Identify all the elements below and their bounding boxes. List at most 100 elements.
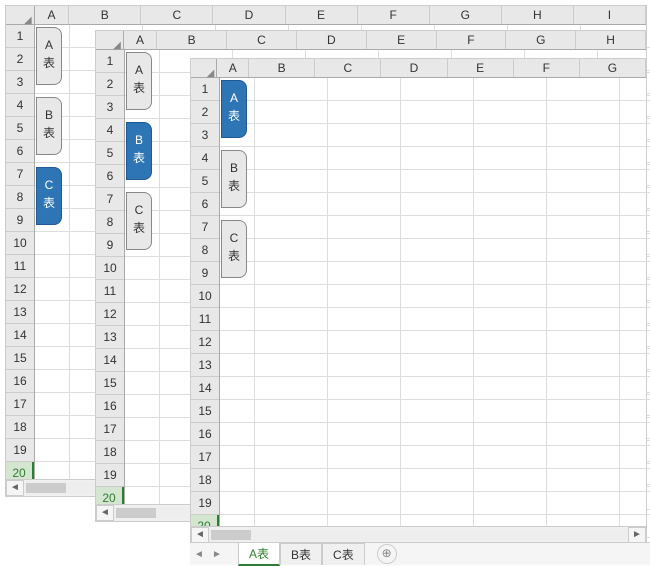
cell[interactable] [328,147,401,170]
cell[interactable] [620,239,650,262]
row-header-14[interactable]: 14 [6,324,34,347]
scroll-track[interactable] [209,529,628,541]
col-header-D[interactable]: D [297,31,367,49]
cell[interactable] [401,239,474,262]
cell[interactable] [328,193,401,216]
cell[interactable] [620,147,650,170]
row-header-12[interactable]: 12 [191,331,219,354]
row-header-9[interactable]: 9 [191,262,219,285]
row-header-9[interactable]: 9 [6,209,34,232]
cell[interactable] [255,492,328,515]
row-header-16[interactable]: 16 [6,370,34,393]
row-header-18[interactable]: 18 [6,416,34,439]
tab-b[interactable]: B表 [280,543,322,565]
sheet-shape-C[interactable]: C表 [221,220,247,278]
cell[interactable] [474,331,547,354]
cell[interactable] [474,262,547,285]
row-header-19[interactable]: 19 [6,439,34,462]
cell[interactable] [328,101,401,124]
sheet-shape-B[interactable]: B表 [36,97,62,155]
row-header-1[interactable]: 1 [191,78,219,101]
col-header-C[interactable]: C [227,31,297,49]
cell[interactable] [255,331,328,354]
cell[interactable] [547,193,620,216]
cell[interactable] [220,446,255,469]
row-header-1[interactable]: 1 [96,50,124,73]
row-header-7[interactable]: 7 [6,163,34,186]
row-header-14[interactable]: 14 [96,349,124,372]
sheet-shape-B[interactable]: B表 [221,150,247,208]
col-header-A[interactable]: A [35,6,70,24]
cell[interactable] [547,331,620,354]
cell[interactable] [125,257,160,280]
cell[interactable] [620,377,650,400]
cell[interactable] [474,354,547,377]
cell[interactable] [220,423,255,446]
row-header-19[interactable]: 19 [96,464,124,487]
cell[interactable] [328,354,401,377]
cell[interactable] [255,469,328,492]
row-header-18[interactable]: 18 [191,469,219,492]
cell[interactable] [255,216,328,239]
cell[interactable] [35,255,70,278]
col-header-H[interactable]: H [576,31,646,49]
cell[interactable] [328,216,401,239]
cell[interactable] [125,441,160,464]
cell[interactable] [547,492,620,515]
row-header-4[interactable]: 4 [6,94,34,117]
cell[interactable] [474,216,547,239]
cell[interactable] [547,170,620,193]
row-header-16[interactable]: 16 [191,423,219,446]
select-all-corner[interactable] [96,31,124,49]
cell-grid[interactable] [220,78,650,538]
row-header-5[interactable]: 5 [191,170,219,193]
col-header-E[interactable]: E [286,6,358,24]
cell[interactable] [620,285,650,308]
col-header-D[interactable]: D [381,59,447,77]
cell[interactable] [401,193,474,216]
row-header-6[interactable]: 6 [6,140,34,163]
cell[interactable] [328,285,401,308]
cell[interactable] [125,303,160,326]
row-header-9[interactable]: 9 [96,234,124,257]
col-header-F[interactable]: F [437,31,507,49]
cell[interactable] [620,331,650,354]
cell[interactable] [401,308,474,331]
cell[interactable] [328,331,401,354]
cell[interactable] [547,147,620,170]
row-header-10[interactable]: 10 [6,232,34,255]
cell[interactable] [474,147,547,170]
cell[interactable] [328,170,401,193]
cell[interactable] [328,124,401,147]
cell[interactable] [474,124,547,147]
cell[interactable] [401,377,474,400]
cell[interactable] [401,400,474,423]
cell[interactable] [35,393,70,416]
cell[interactable] [474,400,547,423]
row-header-5[interactable]: 5 [6,117,34,140]
cell[interactable] [620,262,650,285]
col-header-B[interactable]: B [157,31,227,49]
cell[interactable] [547,124,620,147]
scroll-left-icon[interactable]: ◄ [96,505,114,521]
cell[interactable] [474,377,547,400]
row-header-12[interactable]: 12 [96,303,124,326]
sheet-shape-C[interactable]: C表 [126,192,152,250]
cell[interactable] [401,78,474,101]
cell[interactable] [547,446,620,469]
cell[interactable] [328,446,401,469]
cell[interactable] [125,326,160,349]
cell[interactable] [125,372,160,395]
col-header-E[interactable]: E [448,59,514,77]
col-header-A[interactable]: A [217,59,249,77]
row-header-3[interactable]: 3 [6,71,34,94]
cell[interactable] [401,262,474,285]
row-header-15[interactable]: 15 [6,347,34,370]
cell[interactable] [620,308,650,331]
cell[interactable] [255,446,328,469]
row-header-3[interactable]: 3 [191,124,219,147]
cell[interactable] [125,280,160,303]
cell[interactable] [474,78,547,101]
row-header-13[interactable]: 13 [96,326,124,349]
row-header-2[interactable]: 2 [6,48,34,71]
